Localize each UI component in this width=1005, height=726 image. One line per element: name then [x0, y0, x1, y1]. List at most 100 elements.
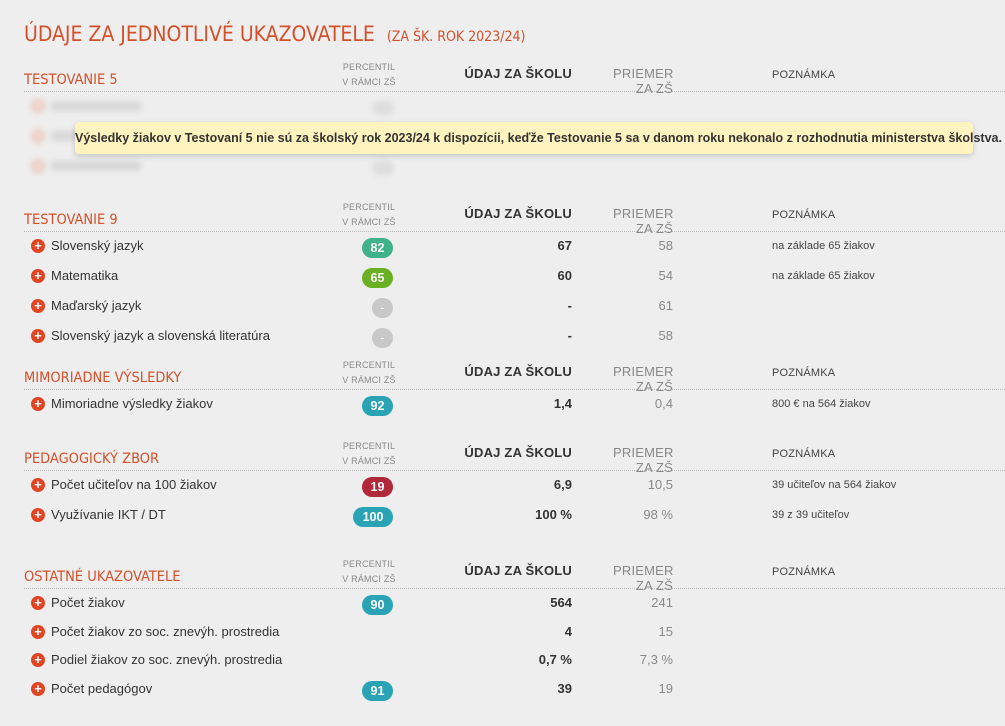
section-title: PEDAGOGICKÝ ZBOR: [24, 451, 160, 467]
page-subtitle: (ZA ŠK. ROK 2023/24): [386, 29, 526, 45]
school-value: -: [567, 328, 572, 343]
percentile-badge: 19: [362, 477, 393, 497]
expand-plus-icon[interactable]: +: [31, 682, 45, 696]
col-percentile: PERCENTIL V RÁMCI ZŠ: [342, 441, 396, 466]
row-label: Počet žiakov zo soc. znevýh. prostredia: [51, 624, 280, 639]
school-value: 0,7 %: [538, 652, 572, 667]
school-value: 4: [564, 624, 572, 639]
school-value: 6,9: [553, 477, 572, 492]
percentile-badge: -: [372, 328, 393, 348]
section-header: TESTOVANIE 5 PERCENTIL V RÁMCI ZŠ ÚDAJ ZA…: [0, 60, 1005, 96]
percentile-badge: 82: [362, 238, 393, 258]
col-note: POZNÁMKA: [772, 448, 836, 460]
expand-plus-icon[interactable]: +: [31, 478, 45, 492]
school-value: 39: [557, 681, 572, 696]
section-title: TESTOVANIE 5: [24, 72, 118, 88]
average-value: 19: [658, 681, 673, 696]
section-ostatne-ukazovatele: OSTATNÉ UKAZOVATELE PERCENTIL V RÁMCI ZŠ …: [0, 557, 1005, 705]
average-value: 58: [658, 328, 673, 343]
expand-plus-icon[interactable]: +: [31, 508, 45, 522]
table-row[interactable]: + Matematika 65 60 54 na základe 65 žiak…: [0, 262, 1005, 292]
row-label: Využívanie IKT / DT: [51, 507, 166, 522]
section-header: MIMORIADNE VÝSLEDKY PERCENTIL V RÁMCI ZŠ …: [0, 358, 1005, 394]
section-header: TESTOVANIE 9 PERCENTIL V RÁMCI ZŠ ÚDAJ ZA…: [0, 200, 1005, 236]
school-value: 67: [557, 238, 572, 253]
average-value: 54: [658, 268, 673, 283]
table-row[interactable]: + Podiel žiakov zo soc. znevýh. prostred…: [0, 646, 1005, 675]
average-value: 7,3 %: [639, 652, 673, 667]
percentile-badge: -: [372, 298, 393, 318]
row-label: Počet učiteľov na 100 žiakov: [51, 477, 217, 492]
average-value: 241: [651, 595, 673, 610]
row-note: na základe 65 žiakov: [772, 240, 875, 252]
average-value: 15: [658, 624, 673, 639]
table-row[interactable]: + Počet pedagógov 91 39 19: [0, 675, 1005, 705]
unavailable-notice: Výsledky žiakov v Testovaní 5 nie sú za …: [75, 122, 1002, 154]
row-label: Slovenský jazyk a slovenská literatúra: [51, 328, 270, 343]
col-note: POZNÁMKA: [772, 367, 836, 379]
row-note: 39 učiteľov na 564 žiakov: [772, 479, 897, 491]
average-value: 61: [658, 298, 673, 313]
col-school: ÚDAJ ZA ŠKOLU: [464, 364, 572, 379]
col-school: ÚDAJ ZA ŠKOLU: [464, 66, 572, 81]
table-row[interactable]: + Mimoriadne výsledky žiakov 92 1,4 0,4 …: [0, 390, 1005, 420]
section-testovanie-9: TESTOVANIE 9 PERCENTIL V RÁMCI ZŠ ÚDAJ ZA…: [0, 200, 1005, 352]
section-title: MIMORIADNE VÝSLEDKY: [24, 370, 182, 386]
percentile-badge: 91: [362, 681, 393, 701]
page-title: ÚDAJE ZA JEDNOTLIVÉ UKAZOVATELE (ZA ŠK. R…: [24, 22, 525, 46]
expand-plus-icon[interactable]: +: [31, 397, 45, 411]
row-label: Podiel žiakov zo soc. znevýh. prostredia: [51, 652, 283, 667]
table-row[interactable]: + Počet učiteľov na 100 žiakov 19 6,9 10…: [0, 471, 1005, 501]
average-value: 0,4: [654, 396, 673, 411]
table-row[interactable]: + Počet žiakov zo soc. znevýh. prostredi…: [0, 618, 1005, 646]
school-value: 564: [550, 595, 572, 610]
expand-plus-icon[interactable]: +: [31, 239, 45, 253]
school-value: 1,4: [553, 396, 572, 411]
percentile-badge: 92: [362, 396, 393, 416]
row-label: Matematika: [51, 268, 119, 283]
blurred-row: +: [0, 152, 1005, 182]
page-title-text: ÚDAJE ZA JEDNOTLIVÉ UKAZOVATELE: [24, 22, 375, 46]
row-label: Maďarský jazyk: [51, 298, 142, 313]
table-row[interactable]: + Využívanie IKT / DT 100 100 % 98 % 39 …: [0, 501, 1005, 531]
blurred-row: +: [0, 92, 1005, 122]
school-value: 60: [557, 268, 572, 283]
col-percentile: PERCENTIL V RÁMCI ZŠ: [342, 559, 396, 584]
col-note: POZNÁMKA: [772, 69, 836, 81]
row-note: na základe 65 žiakov: [772, 270, 875, 282]
percentile-badge: 90: [362, 595, 393, 615]
table-row[interactable]: + Slovenský jazyk 82 67 58 na základe 65…: [0, 232, 1005, 262]
row-label: Počet žiakov: [51, 595, 125, 610]
col-percentile: PERCENTIL V RÁMCI ZŠ: [342, 62, 396, 87]
expand-plus-icon[interactable]: +: [31, 269, 45, 283]
col-school: ÚDAJ ZA ŠKOLU: [464, 563, 572, 578]
expand-plus-icon[interactable]: +: [31, 329, 45, 343]
section-mimoriadne-vysledky: MIMORIADNE VÝSLEDKY PERCENTIL V RÁMCI ZŠ …: [0, 358, 1005, 420]
table-row[interactable]: + Počet žiakov 90 564 241: [0, 589, 1005, 618]
row-label: Počet pedagógov: [51, 681, 153, 696]
row-note: 39 z 39 učiteľov: [772, 509, 850, 521]
col-average: PRIEMER ZA ZŠ: [613, 206, 674, 236]
average-value: 98 %: [643, 507, 673, 522]
expand-plus-icon[interactable]: +: [31, 653, 45, 667]
expand-plus-icon[interactable]: +: [31, 596, 45, 610]
col-note: POZNÁMKA: [772, 209, 836, 221]
section-title: TESTOVANIE 9: [24, 212, 118, 228]
col-note: POZNÁMKA: [772, 566, 836, 578]
row-note: 800 € na 564 žiakov: [772, 398, 871, 410]
average-value: 10,5: [647, 477, 673, 492]
col-percentile: PERCENTIL V RÁMCI ZŠ: [342, 202, 396, 227]
table-row[interactable]: + Slovenský jazyk a slovenská literatúra…: [0, 322, 1005, 352]
table-row[interactable]: + Maďarský jazyk - - 61: [0, 292, 1005, 322]
col-average: PRIEMER ZA ZŠ: [613, 445, 674, 475]
school-value: -: [567, 298, 572, 313]
expand-plus-icon[interactable]: +: [31, 299, 45, 313]
row-label: Mimoriadne výsledky žiakov: [51, 396, 213, 411]
section-header: OSTATNÉ UKAZOVATELE PERCENTIL V RÁMCI ZŠ …: [0, 557, 1005, 593]
col-average: PRIEMER ZA ZŠ: [613, 364, 674, 394]
col-school: ÚDAJ ZA ŠKOLU: [464, 206, 572, 221]
expand-plus-icon[interactable]: +: [31, 625, 45, 639]
row-label: Slovenský jazyk: [51, 238, 144, 253]
col-average: PRIEMER ZA ZŠ: [613, 66, 674, 96]
col-school: ÚDAJ ZA ŠKOLU: [464, 445, 572, 460]
